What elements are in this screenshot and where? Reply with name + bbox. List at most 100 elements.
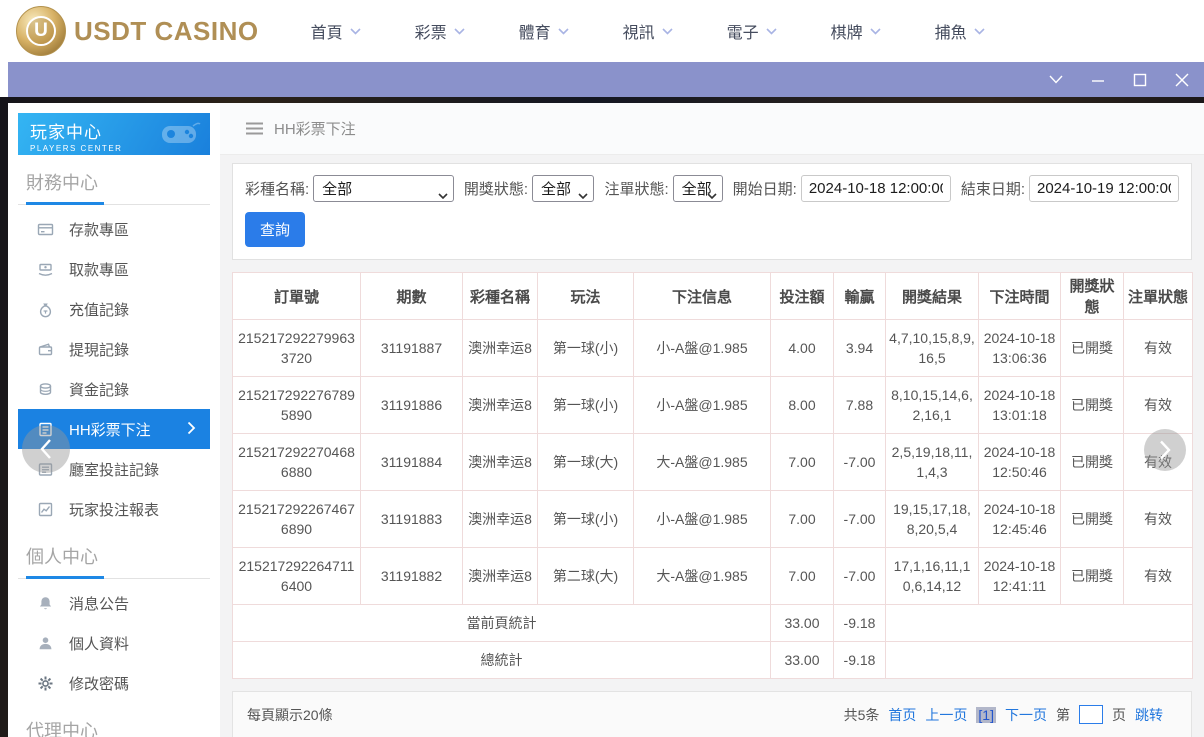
- expand-panel-button[interactable]: [1144, 429, 1186, 471]
- sidebar-item-player-bet-report[interactable]: 玩家投注報表: [18, 489, 210, 529]
- sidebar-section-finance: 財務中心 存款專區 取款專區 充值記錄 提現記錄 資金記錄 HH彩票下注 廳室投…: [18, 169, 210, 529]
- cell-draw-status: 已開獎: [1060, 547, 1124, 605]
- chevron-right-icon: [187, 421, 196, 439]
- draw-status-label: 開獎狀態:: [463, 181, 529, 198]
- lottery-name-select[interactable]: 全部: [313, 175, 454, 202]
- cell-draw-status: 已開獎: [1060, 490, 1124, 548]
- person-icon: [36, 634, 54, 652]
- page-title: HH彩票下注: [274, 121, 356, 138]
- summary-bet-amount: 33.00: [770, 641, 834, 679]
- window-close-icon[interactable]: [1174, 72, 1190, 88]
- cell-playtype: 第一球(小): [537, 319, 634, 377]
- window-maximize-icon[interactable]: [1132, 72, 1148, 88]
- col-header-lottery: 彩種名稱: [462, 272, 538, 320]
- summary-row-total: 總統計 33.00 -9.18: [232, 641, 1193, 679]
- nav-label: 體育: [518, 25, 551, 42]
- search-button[interactable]: 查詢: [245, 212, 306, 247]
- sidebar-item-recharge-record[interactable]: 充值記錄: [18, 289, 210, 329]
- sidebar: 玩家中心 PLAYERS CENTER 財務中心 存款專區 取款專區 充值記錄 …: [8, 103, 220, 737]
- cell-playtype: 第一球(大): [537, 433, 634, 491]
- sidebar-item-withdrawal-record[interactable]: 提現記錄: [18, 329, 210, 369]
- nav-item-lottery[interactable]: 彩票: [415, 19, 519, 43]
- window-minimize-icon[interactable]: [1090, 72, 1106, 88]
- jump-button[interactable]: 跳转: [1135, 705, 1163, 725]
- table-row: 2152172922704686880 31191884 澳洲幸运8 第一球(大…: [232, 433, 1193, 491]
- deposit-card-icon: [36, 220, 54, 238]
- end-date-input[interactable]: [1029, 175, 1179, 202]
- summary-empty: [885, 604, 1193, 642]
- breadcrumb: HH彩票下注: [220, 103, 1204, 155]
- sidebar-item-label: 存款專區: [69, 221, 130, 239]
- order-status-select[interactable]: 全部: [672, 175, 723, 203]
- brand-name: USDT CASINO: [74, 15, 259, 46]
- col-header-bet-time: 下注時間: [978, 272, 1061, 320]
- window-collapse-icon[interactable]: [1048, 72, 1064, 88]
- cell-lottery: 澳洲幸运8: [462, 376, 538, 434]
- nav-item-cards[interactable]: 棋牌: [831, 19, 935, 43]
- first-page-link[interactable]: 首页: [888, 705, 916, 725]
- select-chevron-icon: [707, 186, 717, 203]
- cell-winloss: -7.00: [833, 547, 886, 605]
- start-date-input[interactable]: [800, 175, 951, 202]
- nav-label: 棋牌: [830, 25, 863, 42]
- cell-order-status: 有效: [1123, 319, 1193, 377]
- summary-row-current-page: 當前頁統計 33.00 -9.18: [232, 604, 1193, 642]
- sidebar-item-announcements[interactable]: 消息公告: [18, 583, 210, 623]
- page-jump-input[interactable]: [1079, 705, 1103, 724]
- sidebar-header: 玩家中心 PLAYERS CENTER: [18, 113, 210, 155]
- brand-logo[interactable]: U USDT CASINO: [16, 6, 259, 56]
- bets-table: 訂單號 期數 彩種名稱 玩法 下注信息 投注額 輸贏 開獎結果 下注時間 開獎狀…: [232, 272, 1193, 679]
- sidebar-item-label: 取款專區: [69, 261, 130, 279]
- col-header-bet-info: 下注信息: [633, 272, 771, 320]
- cell-bet-amount: 7.00: [770, 547, 834, 605]
- chevron-down-icon: [558, 27, 569, 35]
- nav-item-home[interactable]: 首頁: [311, 19, 415, 43]
- menu-toggle-icon[interactable]: [246, 122, 263, 135]
- nav-label: 彩票: [414, 25, 447, 42]
- draw-status-select[interactable]: 全部: [532, 175, 595, 202]
- chevron-down-icon: [350, 27, 361, 35]
- table-row: 2152172922647116400 31191882 澳洲幸运8 第二球(大…: [232, 547, 1193, 605]
- nav-item-sports[interactable]: 體育: [519, 19, 623, 43]
- cell-draw-status: 已開獎: [1060, 433, 1124, 491]
- sidebar-item-profile[interactable]: 個人資料: [18, 623, 210, 663]
- player-center-window: 玩家中心 PLAYERS CENTER 財務中心 存款專區 取款專區 充值記錄 …: [8, 103, 1204, 737]
- bell-icon: [36, 594, 54, 612]
- cell-order-status: 有效: [1123, 376, 1193, 434]
- sidebar-section-agent: 代理中心: [18, 717, 210, 737]
- cell-order-status: 有效: [1123, 490, 1193, 548]
- cell-order-no: 2152172922674676890: [232, 490, 361, 548]
- sidebar-item-label: 充值記錄: [69, 301, 130, 319]
- section-divider: [18, 576, 210, 579]
- cell-order-no: 2152172922767895890: [232, 376, 361, 434]
- cell-lottery: 澳洲幸运8: [462, 490, 538, 548]
- cell-lottery: 澳洲幸运8: [462, 319, 538, 377]
- table-row: 2152172922799633720 31191887 澳洲幸运8 第一球(小…: [232, 319, 1193, 377]
- cell-winloss: 3.94: [833, 319, 886, 377]
- cell-bet-time: 2024-10-18 12:41:11: [978, 547, 1061, 605]
- sidebar-item-deposit[interactable]: 存款專區: [18, 209, 210, 249]
- sidebar-item-change-password[interactable]: 修改密碼: [18, 663, 210, 703]
- col-header-playtype: 玩法: [537, 272, 634, 320]
- cell-bet-info: 小-A盤@1.985: [633, 376, 771, 434]
- chevron-down-icon: [870, 27, 881, 35]
- nav-item-fishing[interactable]: 捕魚: [935, 19, 1039, 43]
- chevron-down-icon: [974, 27, 985, 35]
- sidebar-item-funds-record[interactable]: 資金記錄: [18, 369, 210, 409]
- cell-draw-result: 19,15,17,18,8,20,5,4: [885, 490, 979, 548]
- gamepad-icon: [160, 120, 202, 153]
- nav-item-slots[interactable]: 電子: [727, 19, 831, 43]
- selected-value: 全部: [322, 181, 353, 198]
- summary-bet-amount: 33.00: [770, 604, 834, 642]
- collapse-sidebar-button[interactable]: [22, 425, 70, 473]
- cell-winloss: 7.88: [833, 376, 886, 434]
- summary-winloss: -9.18: [833, 604, 886, 642]
- sidebar-item-label: 修改密碼: [69, 675, 130, 693]
- prev-page-link[interactable]: 上一页: [925, 705, 967, 725]
- next-page-link[interactable]: 下一页: [1005, 705, 1047, 725]
- nav-item-video[interactable]: 視訊: [623, 19, 727, 43]
- cell-period: 31191886: [360, 376, 463, 434]
- site-navbar: U USDT CASINO 首頁 彩票 體育 視訊 電子 棋牌 捕魚: [0, 0, 1204, 62]
- sidebar-item-withdraw[interactable]: 取款專區: [18, 249, 210, 289]
- cash-hand-icon: [36, 260, 54, 278]
